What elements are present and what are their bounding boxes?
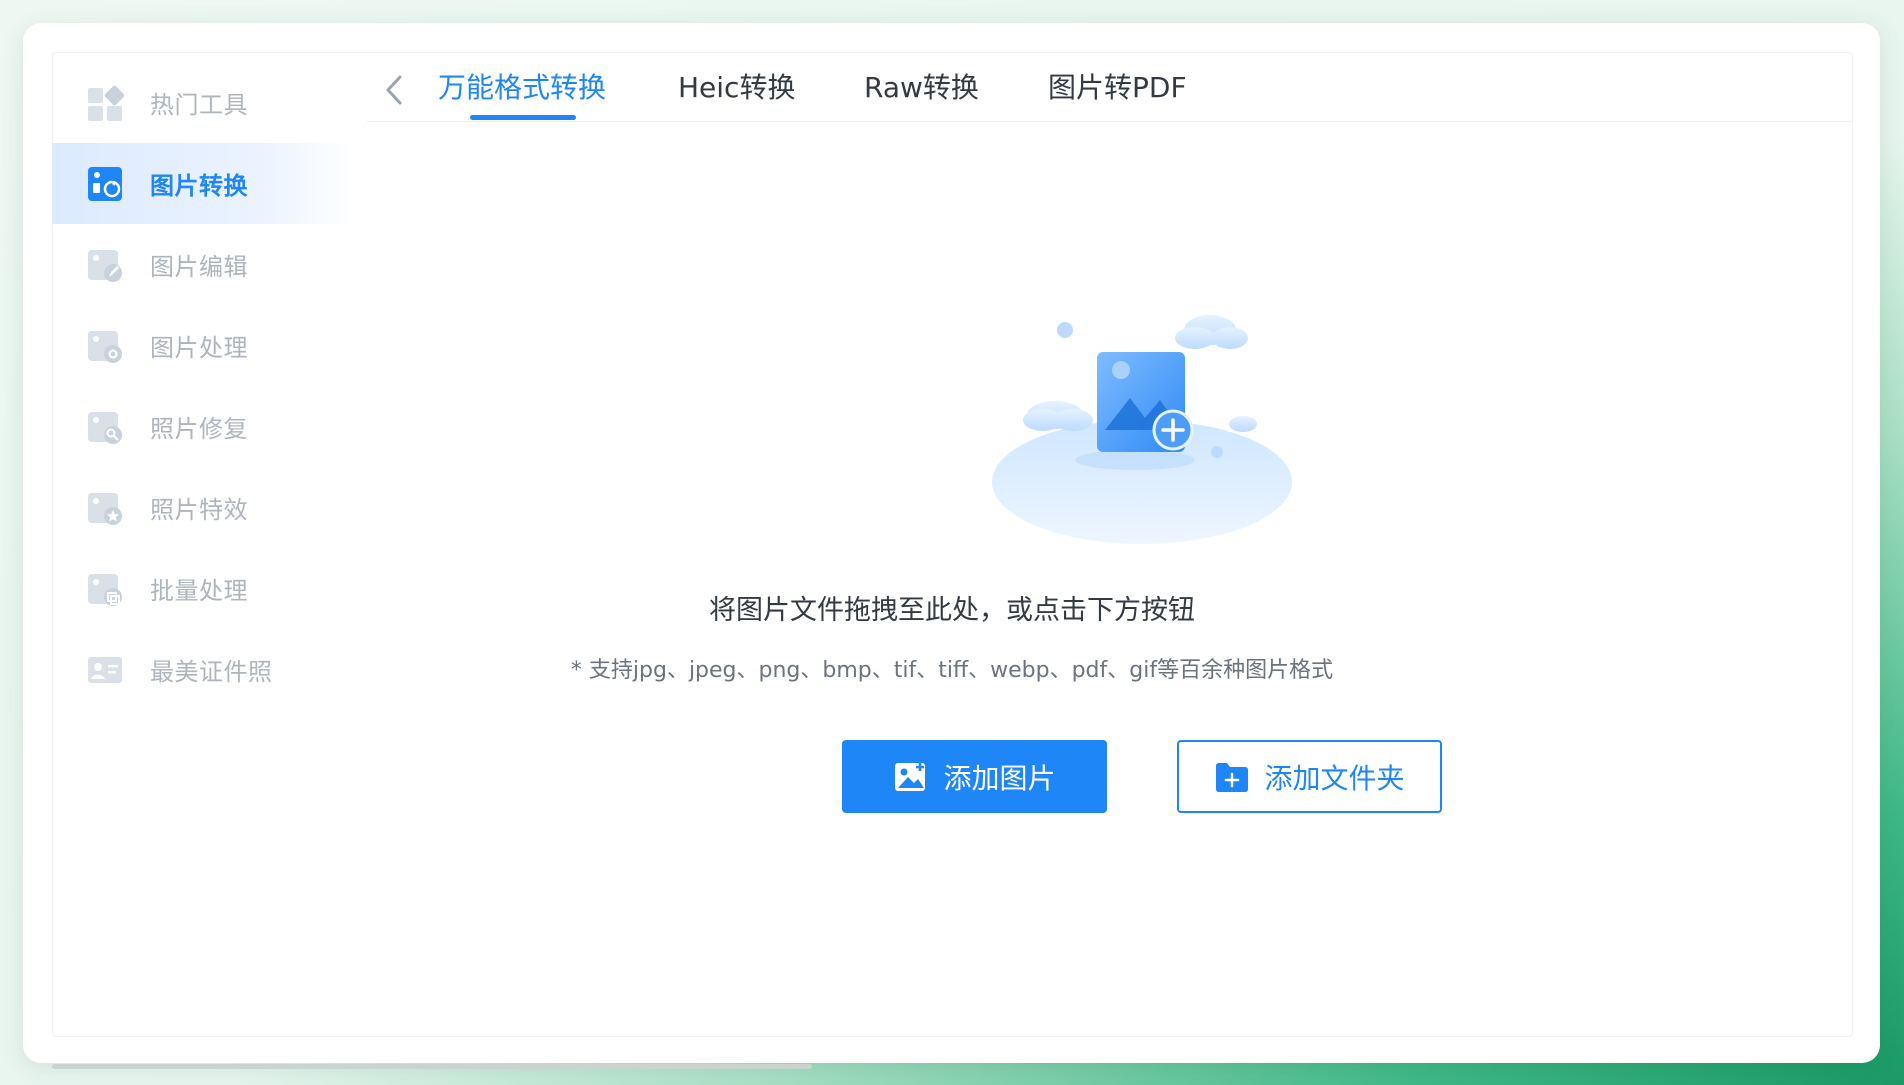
- photo-repair-icon: [88, 411, 122, 444]
- sidebar-item-image-convert[interactable]: 图片转换: [52, 143, 352, 224]
- back-button[interactable]: [379, 70, 409, 110]
- supported-formats-hint: * 支持jpg、jpeg、png、bmp、tif、tiff、webp、pdf、g…: [570, 658, 1334, 683]
- photo-effects-icon: [88, 492, 122, 525]
- sidebar-item-label: 图片转换: [150, 172, 248, 200]
- image-edit-icon: [88, 249, 122, 282]
- sidebar-item-label: 图片编辑: [150, 253, 248, 281]
- sidebar-item-label: 图片处理: [150, 334, 248, 362]
- active-tab-indicator: [470, 115, 576, 120]
- sidebar-item-image-process[interactable]: 图片处理: [52, 305, 352, 386]
- sidebar-item-label: 热门工具: [150, 91, 248, 119]
- sidebar-item-photo-repair[interactable]: 照片修复: [52, 386, 352, 467]
- sidebar-item-label: 照片特效: [150, 496, 248, 524]
- tab-image-to-pdf[interactable]: 图片转PDF: [1048, 66, 1187, 106]
- image-convert-icon: [88, 166, 122, 201]
- tab-raw-convert[interactable]: Raw转换: [864, 66, 979, 106]
- sidebar-item-image-edit[interactable]: 图片编辑: [52, 224, 352, 305]
- sidebar-item-label: 照片修复: [150, 415, 248, 443]
- tab-heic-convert[interactable]: Heic转换: [678, 66, 795, 106]
- chevron-left-icon: [386, 75, 402, 105]
- add-folder-button[interactable]: 添加文件夹: [1177, 740, 1442, 813]
- sidebar-item-photo-effects[interactable]: 照片特效: [52, 467, 352, 548]
- horizontal-scrollbar[interactable]: [52, 1064, 812, 1069]
- tab-bar: 万能格式转换 Heic转换 Raw转换 图片转PDF: [367, 50, 1853, 122]
- add-folder-label: 添加文件夹: [1264, 761, 1405, 795]
- hot-tools-icon: [88, 85, 124, 121]
- add-image-icon: [895, 762, 926, 791]
- dropzone-title: 将图片文件拖拽至此处，或点击下方按钮: [709, 595, 1195, 626]
- tab-universal-convert[interactable]: 万能格式转换: [438, 66, 606, 106]
- add-folder-icon: [1216, 762, 1249, 792]
- image-process-icon: [88, 330, 122, 363]
- add-image-button[interactable]: 添加图片: [842, 740, 1107, 813]
- sidebar-item-hot-tools[interactable]: 热门工具: [52, 62, 352, 143]
- upload-illustration: [992, 315, 1292, 544]
- add-image-label: 添加图片: [943, 761, 1056, 795]
